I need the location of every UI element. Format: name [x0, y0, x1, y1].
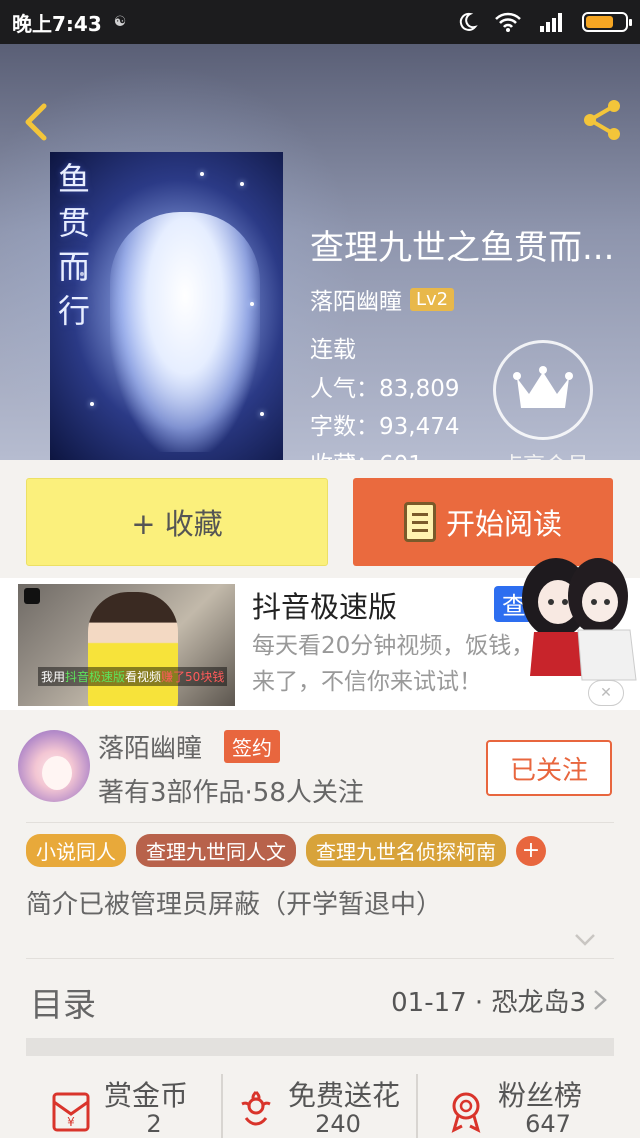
- status-icons: [456, 11, 632, 33]
- latest-chapter: 01-17 · 恐龙岛3: [391, 988, 586, 1018]
- reward-coins-count: 2: [146, 1110, 162, 1138]
- collect-button[interactable]: + 收藏: [26, 478, 328, 566]
- chevron-down-icon[interactable]: [572, 926, 598, 952]
- book-cover[interactable]: 鱼 贯 而 行: [50, 152, 283, 460]
- author-card-name[interactable]: 落陌幽瞳: [98, 728, 202, 765]
- vip-button[interactable]: [493, 340, 593, 440]
- battery-icon: [582, 12, 632, 32]
- ad-thumbnail[interactable]: 我用抖音极速版看视频赚了50块钱: [18, 584, 235, 706]
- medal-icon: [451, 1092, 481, 1133]
- ad-person-image: [88, 592, 178, 706]
- favorite-count: 收藏：601: [310, 445, 423, 460]
- author-stats: 著有3部作品·58人关注: [98, 778, 364, 808]
- tiktok-logo-icon: [24, 588, 40, 604]
- follow-button[interactable]: 已关注: [486, 740, 612, 796]
- divider: [26, 958, 614, 959]
- signal-icon: [540, 13, 562, 32]
- status-time: 晚上7:43: [12, 11, 102, 36]
- share-icon[interactable]: [578, 96, 626, 144]
- author-card[interactable]: 落陌幽瞳 签约 著有3部作品·58人关注 已关注: [0, 710, 640, 822]
- divider: [26, 822, 614, 823]
- cover-title-char: 而: [58, 248, 91, 286]
- toc-label: 目录: [30, 985, 96, 1024]
- reward-coins-label: 赏金币: [104, 1079, 189, 1112]
- ad-caption: 我用抖音极速版看视频赚了50块钱: [38, 667, 228, 686]
- book-intro: 简介已被管理员屏蔽（开学暂退中）: [26, 890, 443, 920]
- tag-list: 小说同人 查理九世同人文 查理九世名侦探柯南 +: [26, 834, 546, 867]
- notification-icon: ☯: [113, 14, 127, 30]
- author-name[interactable]: 落陌幽瞳: [310, 282, 402, 316]
- level-badge: Lv2: [410, 287, 455, 311]
- section-divider-band: [26, 1038, 614, 1056]
- fan-ranking-button[interactable]: 粉丝榜 647: [442, 1060, 612, 1138]
- avatar[interactable]: [18, 730, 90, 802]
- signed-badge: 签约: [224, 730, 280, 763]
- chevron-right-icon: [594, 990, 607, 1010]
- tag[interactable]: 查理九世名侦探柯南: [306, 834, 506, 867]
- vip-label[interactable]: 点亮会员: [480, 448, 610, 460]
- send-flower-label: 免费送花: [288, 1079, 401, 1112]
- moon-icon: [459, 12, 478, 31]
- add-tag-button[interactable]: +: [516, 835, 546, 866]
- flower-icon: [241, 1090, 271, 1126]
- book-icon: [403, 502, 436, 542]
- word-count: 字数：93,474: [310, 414, 460, 440]
- table-of-contents-row[interactable]: 目录 01-17 · 恐龙岛3: [26, 960, 614, 1038]
- back-arrow-icon[interactable]: [18, 100, 58, 144]
- tag[interactable]: 小说同人: [26, 834, 126, 867]
- red-envelope-icon: ¥: [52, 1092, 90, 1132]
- fan-ranking-label: 粉丝榜: [498, 1079, 583, 1112]
- ad-close-button[interactable]: ✕: [588, 680, 624, 706]
- cover-figure: [110, 212, 260, 452]
- book-header: 鱼 贯 而 行 查理九世之鱼贯而... 落陌幽瞳 Lv2 连载 人气：83,80…: [0, 44, 640, 460]
- separator: [416, 1074, 418, 1138]
- cover-title-char: 鱼: [58, 160, 91, 198]
- crown-icon: [513, 366, 573, 408]
- send-flower-button[interactable]: 免费送花 240: [232, 1060, 412, 1138]
- svg-text:¥: ¥: [67, 1115, 75, 1129]
- tag[interactable]: 查理九世同人文: [136, 834, 296, 867]
- ad-description: 每天看20分钟视频，饭钱，来了，不信你来试试！: [252, 633, 535, 695]
- cover-title-char: 贯: [58, 204, 91, 242]
- popularity: 人气：83,809: [310, 376, 460, 402]
- wifi-icon: [495, 12, 521, 32]
- serial-status: 连载: [310, 337, 356, 363]
- ad-title[interactable]: 抖音极速版: [252, 584, 397, 626]
- cover-title-char: 行: [58, 292, 91, 330]
- flower-count: 240: [315, 1110, 361, 1138]
- book-title: 查理九世之鱼贯而...: [310, 228, 615, 268]
- author-row[interactable]: 落陌幽瞳 Lv2: [310, 282, 455, 316]
- status-bar: 晚上7:43 ☯: [0, 0, 640, 44]
- separator: [221, 1074, 223, 1138]
- floating-mascot[interactable]: [512, 536, 640, 686]
- bottom-action-bar: ¥ 赏金币 2 免费送花 240 粉丝榜 647: [0, 1060, 640, 1138]
- fan-count: 647: [525, 1110, 571, 1138]
- reward-coins-button[interactable]: ¥ 赏金币 2: [48, 1060, 218, 1138]
